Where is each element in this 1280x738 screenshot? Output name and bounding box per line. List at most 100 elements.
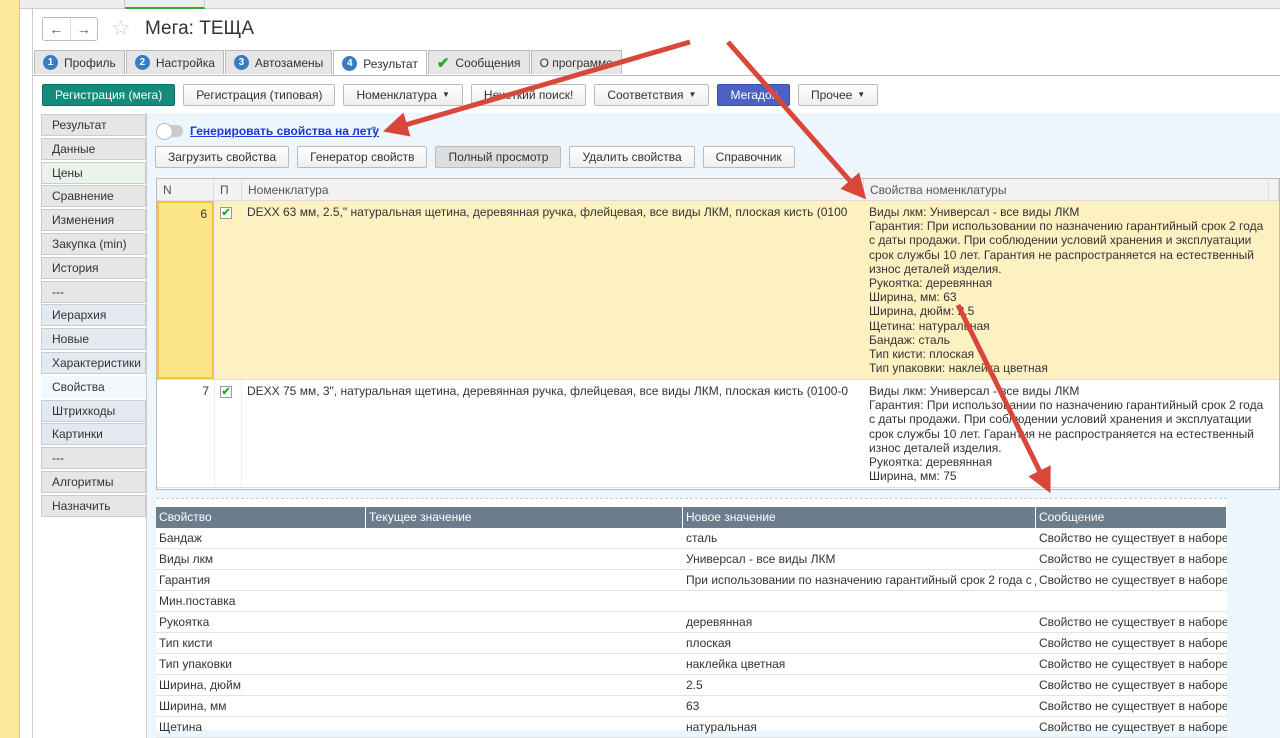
other-dropdown[interactable]: Прочее ▼ [797,83,879,106]
delete-properties-button[interactable]: Удалить свойства [569,146,695,168]
table-row[interactable]: 7 ✔ DEXX 75 мм, 3", натуральная щетина, де… [157,380,1279,488]
tab-messages[interactable]: ✔ Сообщения [427,50,530,74]
sidebar-item[interactable]: Цены [41,161,146,184]
megadoc-button[interactable]: Мегадок [717,83,790,106]
sidebar-item[interactable]: Свойства [41,375,146,398]
current-value [366,591,683,611]
current-value [366,696,683,716]
property-line: Рукоятка: деревянная [869,276,993,291]
properties-panel: Генерировать свойства на лету ? Загрузит… [146,113,1280,738]
tab-autoreplace[interactable]: 3 Автозамены [224,50,333,74]
table-row[interactable]: 6 ✔ DEXX 63 мм, 2.5," натуральная щетина, … [157,201,1279,380]
sidebar-item[interactable]: Изменения [41,209,146,232]
tab-profile[interactable]: 1 Профиль [34,50,125,74]
message: Свойство не существует в наборе. [1039,531,1227,545]
table-header: Свойство Текущее значение Новое значение… [156,507,1227,528]
full-view-button[interactable]: Полный просмотр [435,146,562,168]
new-value: плоская [686,636,731,650]
sidebar-item[interactable]: Назначить [41,494,146,517]
checkbox[interactable]: ✔ [220,207,232,219]
table-row[interactable]: Рукоятка деревянная Свойство не существует… [156,612,1227,633]
back-button[interactable]: ← [43,18,71,40]
column-properties[interactable]: Свойства номенклатуры [864,179,1269,200]
table-row[interactable]: Гарантия При использовании по назначению … [156,570,1227,591]
forward-button[interactable]: → [71,18,98,40]
register-mega-button[interactable]: Регистрация (мега) [42,83,176,106]
sidebar-item[interactable]: --- [41,447,146,470]
column-extra[interactable] [1269,179,1279,200]
button-label: Соответствия [607,87,684,102]
sidebar-item[interactable]: Штрихкоды [41,399,146,422]
sidebar-item[interactable]: Иерархия [41,304,146,327]
property-line: Ширина, мм: 75 [869,469,957,484]
button-label: Номенклатура [356,87,437,102]
extra-cell [1269,380,1279,487]
new-value: При использовании по назначению гарантий… [686,573,1036,587]
new-value: натуральная [686,720,757,734]
table-row[interactable]: Щетина натуральная Свойство не существует … [156,717,1227,738]
property-generator-button[interactable]: Генератор свойств [297,146,428,168]
window-tab[interactable] [30,0,125,9]
tab-label: Результат [363,56,418,71]
new-value: 2.5 [686,678,703,692]
help-icon[interactable]: ? [371,125,377,135]
table-row[interactable]: Бандаж сталь Свойство не существует в набо… [156,528,1227,549]
sidebar-item[interactable]: Данные [41,137,146,160]
table-row[interactable]: Виды лкм Универсал - все виды ЛКМ Свойство… [156,549,1227,570]
tab-label: О программе [539,55,613,70]
column-current-value[interactable]: Текущее значение [366,507,683,528]
column-new-value[interactable]: Новое значение [683,507,1036,528]
current-value [366,717,683,737]
checkbox-cell: ✔ [214,201,242,379]
column-message[interactable]: Сообщение [1036,507,1227,528]
tab-result[interactable]: 4 Результат [333,50,427,76]
new-value: наклейка цветная [686,657,786,671]
sidebar-item[interactable]: Закупка (min) [41,232,146,255]
table-row[interactable]: Ширина, дюйм 2.5 Свойство не существует в … [156,675,1227,696]
sidebar-item[interactable]: Сравнение [41,185,146,208]
table-row[interactable]: Тип упаковки наклейка цветная Свойство не … [156,654,1227,675]
table-row[interactable]: Ширина, мм 63 Свойство не существует в наб… [156,696,1227,717]
message: Свойство не существует в наборе. [1039,678,1227,692]
message: Свойство не существует в наборе. [1039,699,1227,713]
favorite-star-icon[interactable]: ☆ [111,15,131,41]
column-n[interactable]: N [157,179,214,200]
property-name: Виды лкм [159,552,214,566]
matches-dropdown[interactable]: Соответствия ▼ [594,83,710,106]
window-tab-active[interactable] [125,0,205,9]
register-typical-button[interactable]: Регистрация (типовая) [183,83,336,106]
message: Свойство не существует в наборе. [1039,657,1227,671]
generate-on-fly-toggle[interactable] [156,123,183,140]
tab-about[interactable]: О программе [530,50,622,74]
sidebar-item[interactable]: История [41,256,146,279]
checkbox[interactable]: ✔ [220,386,232,398]
sidebar-item[interactable]: Новые [41,328,146,351]
property-name: Бандаж [159,531,202,545]
table-row[interactable]: Мин.поставка [156,591,1227,612]
new-value: 63 [686,699,700,713]
generate-on-fly-link[interactable]: Генерировать свойства на лету [190,124,379,138]
new-value: сталь [686,531,718,545]
sidebar-item[interactable]: Алгоритмы [41,470,146,493]
nomenclature-dropdown[interactable]: Номенклатура ▼ [343,83,463,106]
reference-button[interactable]: Справочник [702,146,795,168]
message [1036,591,1227,611]
current-value [366,675,683,695]
sidebar-item[interactable]: Результат [41,114,146,136]
sidebar-item[interactable]: Картинки [41,423,146,446]
new-value: Универсал - все виды ЛКМ [686,552,836,566]
fuzzy-search-button[interactable]: Нечеткий поиск! [470,83,587,106]
table-row[interactable]: Тип кисти плоская Свойство не существует в… [156,633,1227,654]
column-property[interactable]: Свойство [156,507,366,528]
sidebar-item[interactable]: Характеристики [41,351,146,374]
sidebar-item[interactable]: --- [41,280,146,303]
property-line: Рукоятка: деревянная [869,455,993,470]
load-properties-button[interactable]: Загрузить свойства [155,146,290,168]
properties-cell: Виды лкм: Универсал - все виды ЛКМ Гарант… [864,201,1269,379]
properties-actions: Загрузить свойства Генератор свойств Пол… [155,146,795,168]
tab-settings[interactable]: 2 Настройка [125,50,224,74]
property-line: Тип кисти: плоская [869,347,975,362]
new-value: деревянная [686,615,753,629]
column-nomenclature[interactable]: Номенклатура [242,179,864,200]
column-p[interactable]: П [214,179,242,200]
